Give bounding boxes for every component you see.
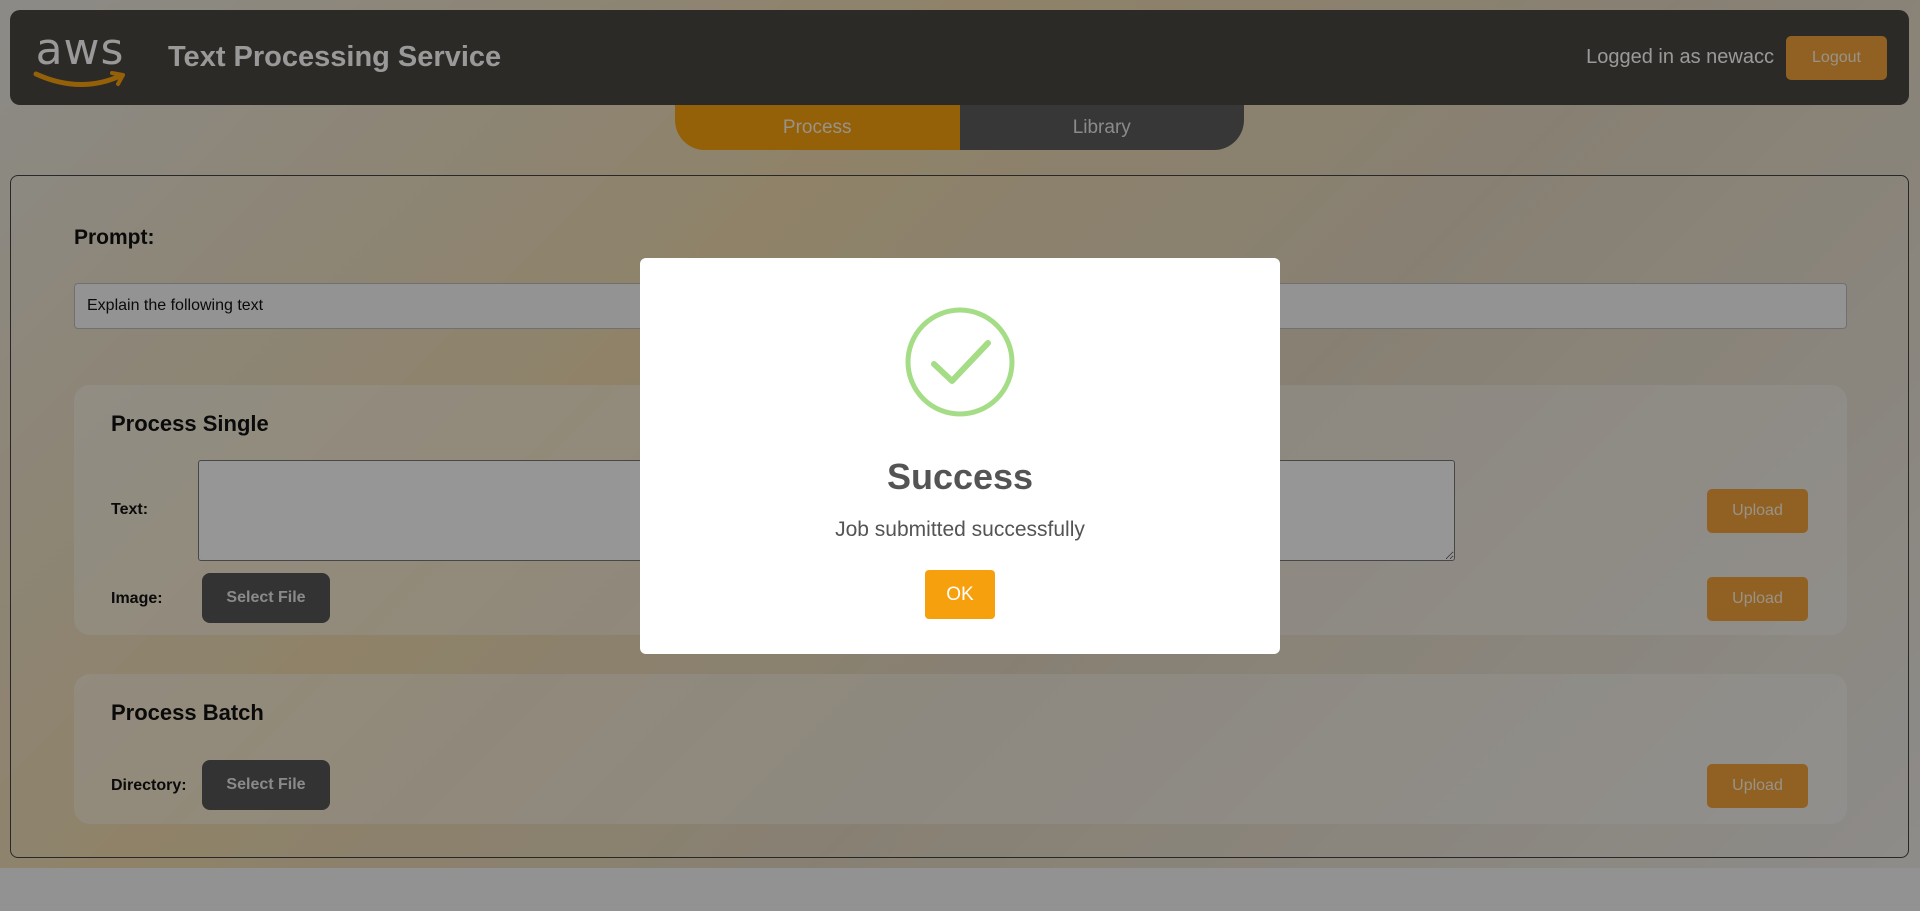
dialog-message: Job submitted successfully	[835, 518, 1085, 541]
check-circle-icon	[905, 307, 1015, 417]
ok-button[interactable]: OK	[925, 570, 995, 619]
success-dialog: Success Job submitted successfully OK	[640, 258, 1280, 654]
dialog-title: Success	[886, 456, 1034, 497]
